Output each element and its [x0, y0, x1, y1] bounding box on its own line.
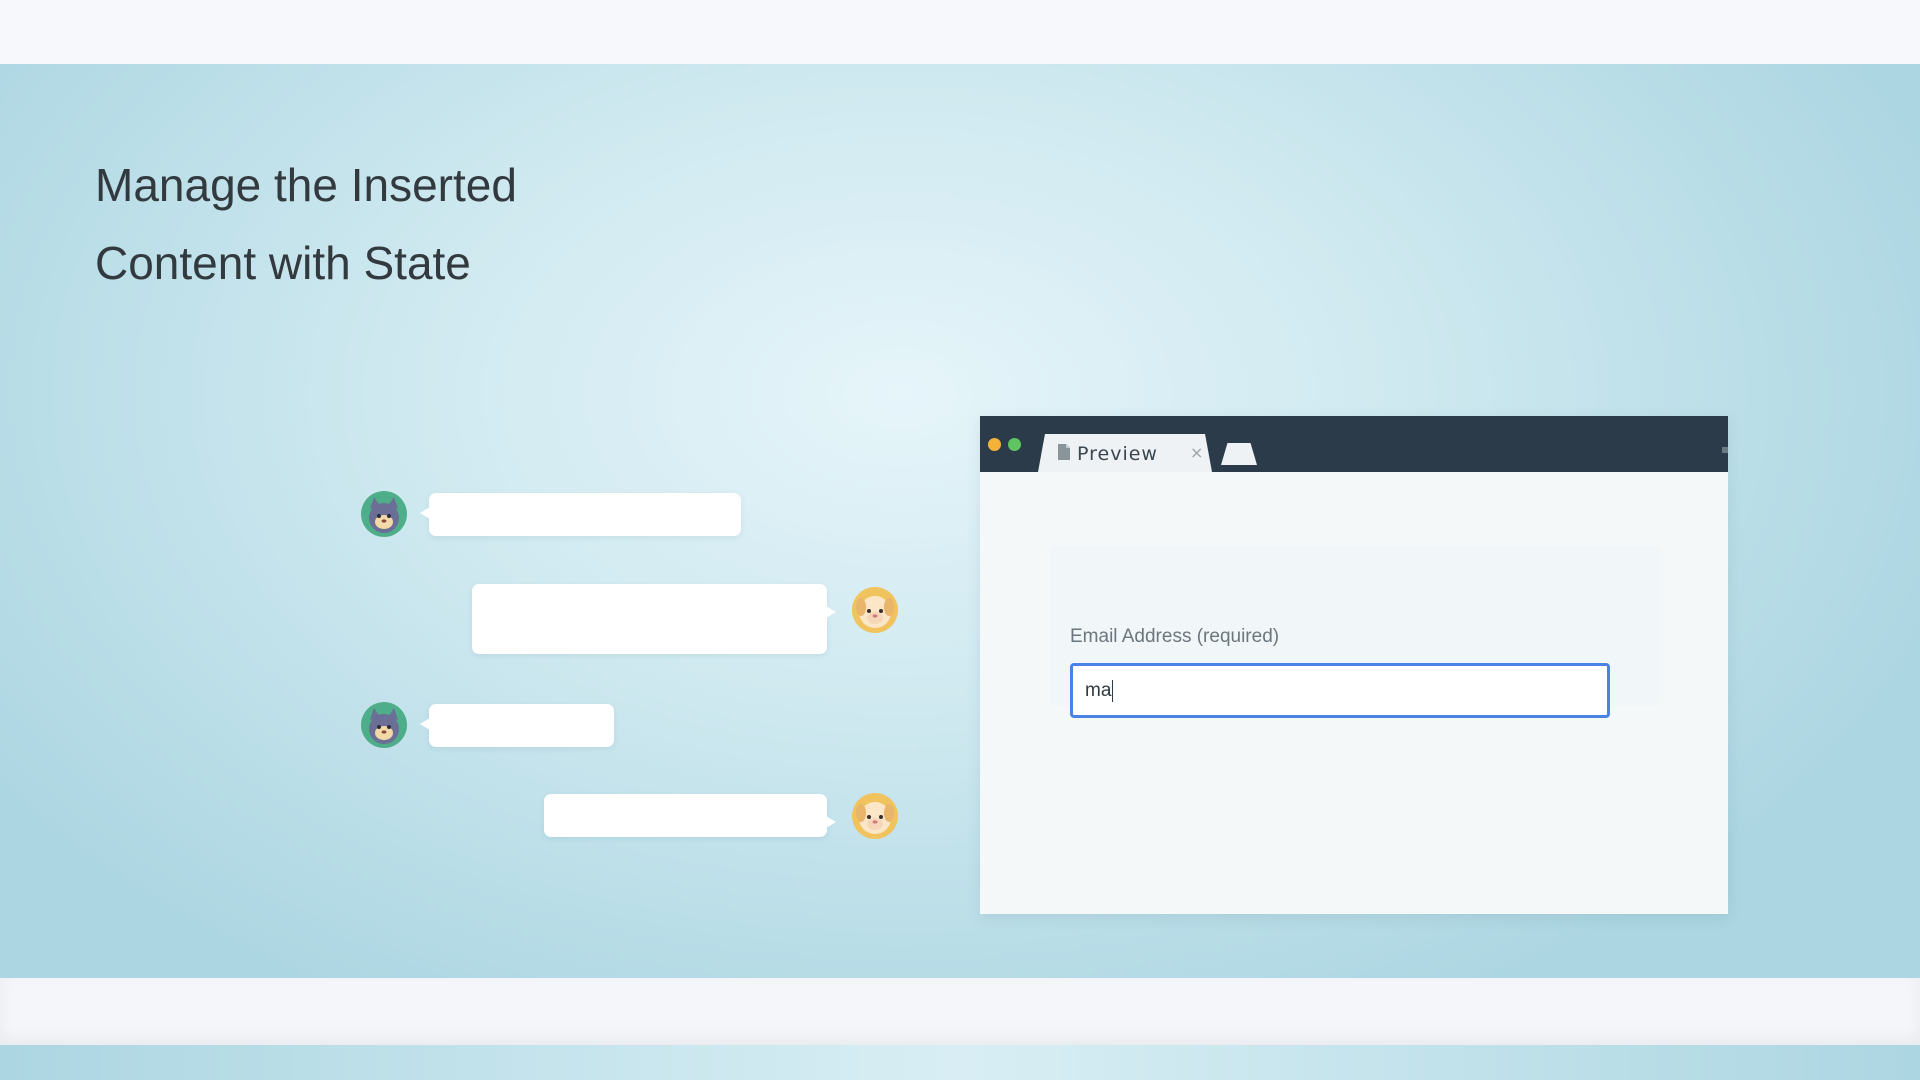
chat-bubble-left — [420, 704, 614, 747]
email-field-label: Email Address (required) — [1070, 626, 1280, 647]
top-strip — [0, 0, 1920, 64]
browser-titlebar: Preview × — [980, 416, 1728, 472]
feature-headline: Manage the Inserted Content with State — [95, 146, 695, 302]
new-tab-button[interactable] — [1221, 443, 1257, 465]
browser-window: Preview × Email Address (required) ma — [980, 416, 1728, 914]
maximize-dot-icon[interactable] — [1008, 438, 1021, 451]
text-caret — [1112, 679, 1114, 702]
dog-avatar-icon — [852, 793, 898, 839]
chat-bubble-right — [472, 584, 836, 654]
headline-line-1: Manage the Inserted — [95, 159, 517, 211]
next-section — [0, 1045, 1920, 1080]
dog-avatar-icon — [852, 587, 898, 633]
tab-label: Preview — [1077, 443, 1158, 465]
document-icon — [1058, 444, 1070, 460]
email-field-value: ma — [1085, 680, 1112, 701]
email-field[interactable]: ma — [1070, 663, 1610, 718]
tab-close-icon[interactable]: × — [1190, 443, 1203, 462]
minimize-dot-icon[interactable] — [988, 438, 1001, 451]
chat-bubble-right — [544, 794, 836, 837]
cat-avatar-icon — [361, 491, 407, 537]
chat-bubble-left — [420, 493, 741, 536]
cat-avatar-icon — [361, 702, 407, 748]
headline-line-2: Content with State — [95, 237, 471, 289]
bottom-strip — [0, 978, 1920, 1045]
titlebar-edge — [1722, 447, 1728, 453]
